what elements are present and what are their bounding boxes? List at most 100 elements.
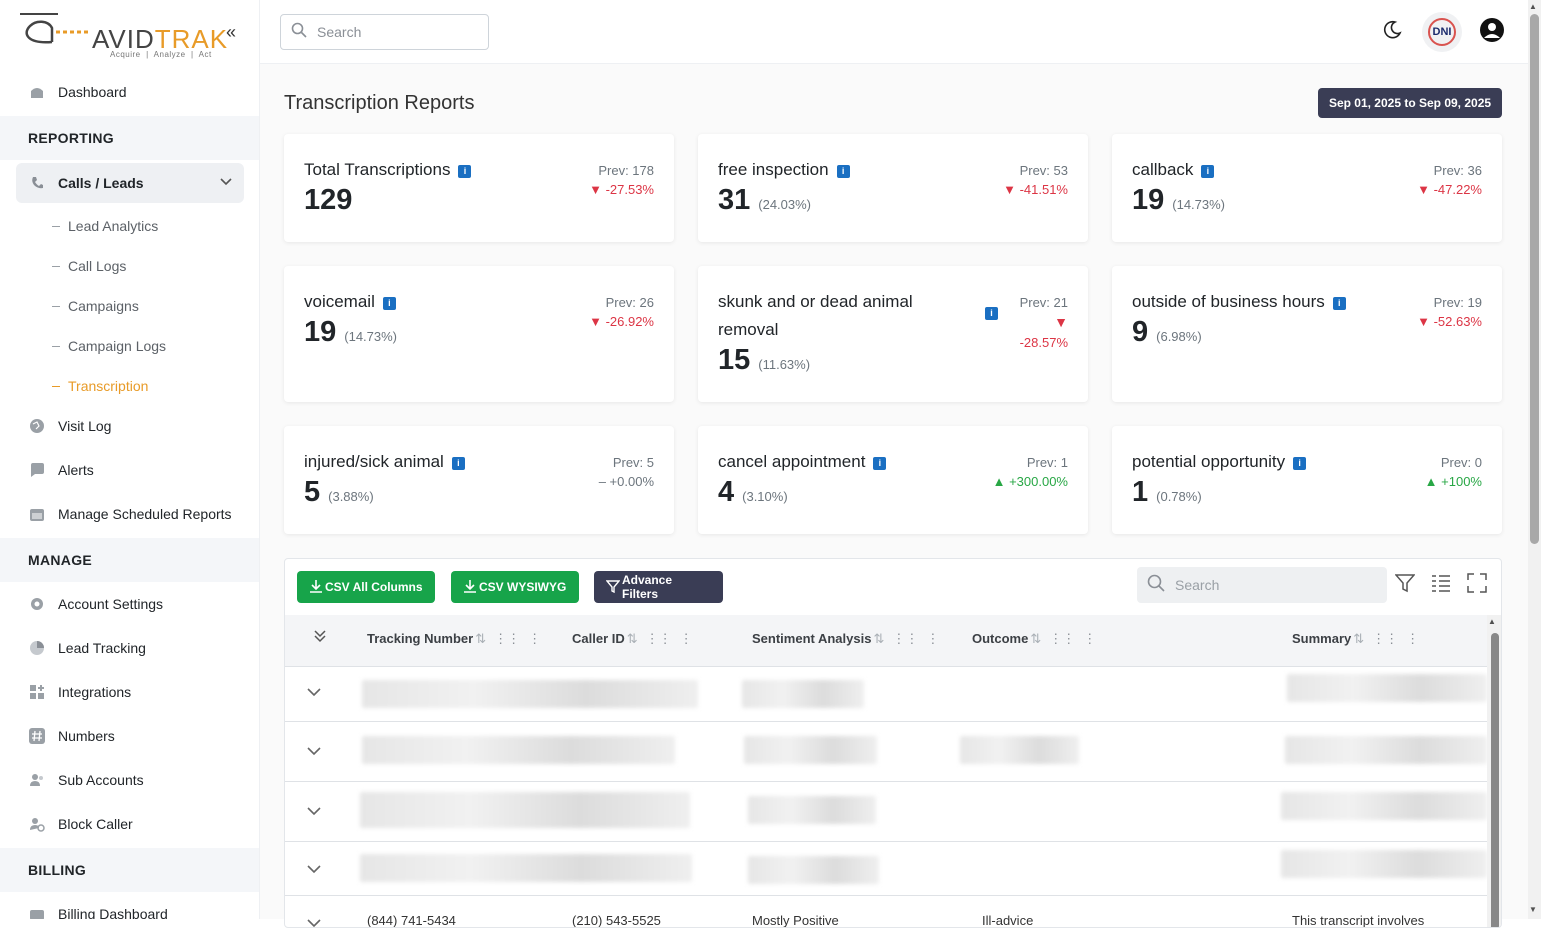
info-icon[interactable]: i xyxy=(451,457,465,470)
sort-icon[interactable]: ⇅ xyxy=(873,631,884,646)
info-icon[interactable]: i xyxy=(1201,165,1215,178)
card-title-text: skunk and or dead animal removal xyxy=(718,292,913,339)
expand-row-icon[interactable] xyxy=(307,862,321,878)
collapse-sidebar-icon[interactable]: « xyxy=(226,22,236,43)
sidebar-subitem-lead-analytics[interactable]: Lead Analytics xyxy=(52,218,158,234)
card-value: 19 (14.73%) xyxy=(304,316,397,349)
sidebar-subitem-label: Transcription xyxy=(68,378,149,394)
card-title-text: voicemail xyxy=(304,292,375,311)
info-icon[interactable]: i xyxy=(836,165,850,178)
table-row[interactable] xyxy=(285,667,1487,722)
column-menu-icon[interactable]: ⋮ xyxy=(680,631,693,646)
column-menu-icon[interactable]: ⋮ xyxy=(1083,631,1096,646)
drag-handle-icon[interactable]: ⋮⋮ xyxy=(892,631,918,646)
sidebar-section-billing: BILLING xyxy=(0,848,259,892)
card-title: cancel appointment i xyxy=(718,448,887,476)
sidebar-item-sub-accounts[interactable]: Sub Accounts xyxy=(16,760,244,800)
card-percent: (14.73%) xyxy=(344,329,398,344)
sidebar-subitem-campaign-logs[interactable]: Campaign Logs xyxy=(52,338,166,354)
avidtrak-logo[interactable]: AVIDTRAK Acquire | Analyze | Act xyxy=(18,12,238,62)
sort-icon[interactable]: ⇅ xyxy=(627,631,638,646)
expand-all-icon[interactable] xyxy=(313,629,327,648)
column-header-outcome[interactable]: Outcome ⇅ ⋮⋮ ⋮ xyxy=(972,631,1096,647)
user-menu-button[interactable] xyxy=(1472,12,1512,52)
table-row[interactable] xyxy=(285,722,1487,782)
dni-badge: DNI xyxy=(1428,18,1456,46)
table-row[interactable]: (844) 741-5434 (210) 543-5525 Mostly Pos… xyxy=(285,896,1487,927)
sidebar-subitem-transcription[interactable]: Transcription xyxy=(52,378,148,394)
dash-icon xyxy=(52,385,60,387)
sidebar-item-calls-leads[interactable]: Calls / Leads xyxy=(16,163,244,203)
redacted-cell xyxy=(744,736,877,764)
dark-mode-toggle[interactable] xyxy=(1372,12,1412,52)
columns-icon[interactable] xyxy=(1431,573,1451,598)
drag-handle-icon[interactable]: ⋮⋮ xyxy=(1049,631,1075,646)
fullscreen-icon[interactable] xyxy=(1467,573,1487,598)
column-header-sentiment-analysis[interactable]: Sentiment Analysis ⇅ ⋮⋮ ⋮ xyxy=(752,631,939,647)
table-scrollbar-thumb[interactable] xyxy=(1491,633,1499,927)
filter-icon[interactable] xyxy=(1394,573,1416,598)
card-value-text: 9 xyxy=(1132,316,1149,348)
table-row[interactable] xyxy=(285,842,1487,896)
table-scrollbar[interactable]: ▲ xyxy=(1487,615,1501,927)
drag-handle-icon[interactable]: ⋮⋮ xyxy=(646,631,672,646)
column-header-summary[interactable]: Summary ⇅ ⋮⋮ ⋮ xyxy=(1292,631,1419,647)
sidebar-item-lead-tracking[interactable]: Lead Tracking xyxy=(16,628,244,668)
sidebar-subitem-campaigns[interactable]: Campaigns xyxy=(52,298,139,314)
column-header-tracking-number[interactable]: Tracking Number ⇅ ⋮⋮ ⋮ xyxy=(367,631,541,647)
card-prev: Prev: 26 xyxy=(605,295,654,310)
expand-row-icon[interactable] xyxy=(307,916,321,927)
column-header-caller-id[interactable]: Caller ID ⇅ ⋮⋮ ⋮ xyxy=(572,631,693,647)
scroll-up-icon[interactable]: ▲ xyxy=(1529,2,1537,11)
sidebar-subitem-label: Lead Analytics xyxy=(68,218,159,234)
table-row[interactable] xyxy=(285,782,1487,842)
sort-icon[interactable]: ⇅ xyxy=(1353,631,1364,646)
page-scrollbar[interactable]: ▲ ▼ xyxy=(1528,0,1541,919)
user-block-icon xyxy=(28,815,46,833)
calendar-icon xyxy=(28,505,46,523)
sidebar-item-billing-dashboard[interactable]: Billing Dashboard xyxy=(16,894,244,919)
sidebar-item-alerts[interactable]: Alerts xyxy=(16,450,244,490)
sidebar-item-integrations[interactable]: Integrations xyxy=(16,672,244,712)
table-search-input[interactable]: Search xyxy=(1137,567,1387,603)
info-icon[interactable]: i xyxy=(1332,297,1346,310)
drag-handle-icon[interactable]: ⋮⋮ xyxy=(494,631,520,646)
sidebar-item-block-caller[interactable]: Block Caller xyxy=(16,804,244,844)
sidebar-item-dashboard[interactable]: Dashboard xyxy=(16,72,244,112)
sidebar-item-account-settings[interactable]: Account Settings xyxy=(16,584,244,624)
expand-row-icon[interactable] xyxy=(307,744,321,760)
csv-all-columns-button[interactable]: CSV All Columns xyxy=(297,571,435,603)
column-menu-icon[interactable]: ⋮ xyxy=(926,631,939,646)
expand-row-icon[interactable] xyxy=(307,804,321,820)
sidebar-subitem-call-logs[interactable]: Call Logs xyxy=(52,258,126,274)
top-bar: Search DNI xyxy=(260,0,1528,64)
sidebar-item-visit-log[interactable]: Visit Log xyxy=(16,406,244,446)
scroll-up-icon[interactable]: ▲ xyxy=(1488,617,1496,626)
page-scrollbar-thumb[interactable] xyxy=(1530,14,1539,544)
drag-handle-icon[interactable]: ⋮⋮ xyxy=(1372,631,1398,646)
sidebar-item-label: Dashboard xyxy=(58,84,127,100)
info-icon[interactable]: i xyxy=(985,307,998,320)
info-icon[interactable]: i xyxy=(1293,457,1307,470)
sidebar-item-label: Lead Tracking xyxy=(58,640,146,656)
expand-row-icon[interactable] xyxy=(307,685,321,701)
info-icon[interactable]: i xyxy=(873,457,887,470)
advance-filters-button[interactable]: Advance Filters xyxy=(594,571,723,603)
card-change: ▼ -27.53% xyxy=(589,182,654,197)
sort-icon[interactable]: ⇅ xyxy=(475,631,486,646)
column-menu-icon[interactable]: ⋮ xyxy=(528,631,541,646)
global-search-input[interactable]: Search xyxy=(280,14,489,50)
dni-button[interactable]: DNI xyxy=(1422,12,1462,52)
csv-wysiwyg-button[interactable]: CSV WYSIWYG xyxy=(451,571,579,603)
card-prev: Prev: 19 xyxy=(1433,295,1482,310)
filter-icon xyxy=(605,579,621,596)
info-icon[interactable]: i xyxy=(382,297,396,310)
sidebar-item-numbers[interactable]: Numbers xyxy=(16,716,244,756)
date-range-picker[interactable]: Sep 01, 2025 to Sep 09, 2025 xyxy=(1318,88,1502,118)
card-change: ▲ +300.00% xyxy=(992,474,1068,489)
column-menu-icon[interactable]: ⋮ xyxy=(1406,631,1419,646)
info-icon[interactable]: i xyxy=(458,165,472,178)
sort-icon[interactable]: ⇅ xyxy=(1030,631,1041,646)
sidebar-item-manage-scheduled-reports[interactable]: Manage Scheduled Reports xyxy=(16,494,244,534)
scroll-down-icon[interactable]: ▼ xyxy=(1529,905,1537,914)
